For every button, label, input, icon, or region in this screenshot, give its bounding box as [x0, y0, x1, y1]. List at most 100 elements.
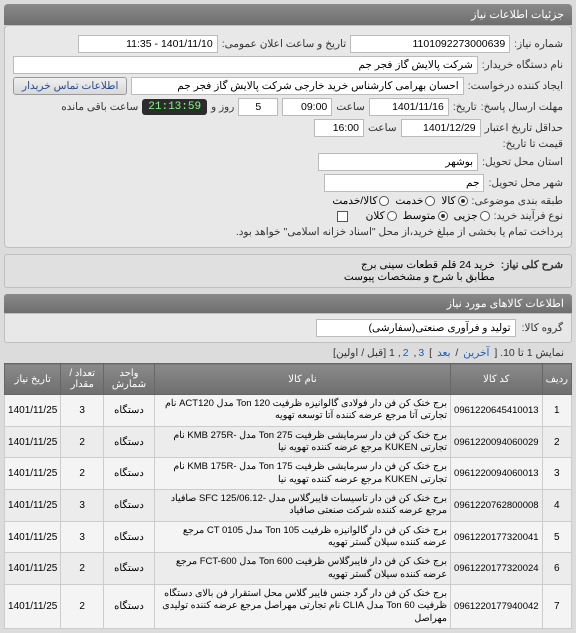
items-table: ردیفکد کالانام کالاواحد شمارشتعداد / مقد…: [4, 363, 572, 629]
cell-code: 0961220177940042: [451, 585, 543, 629]
table-row: 10961220645410013برج خنک کن فن دار فولاد…: [5, 395, 572, 427]
pager-page-3[interactable]: 3: [418, 347, 424, 359]
validity-date: 1401/12/29: [401, 119, 481, 137]
cell-index: 5: [542, 521, 571, 553]
deadline-label: مهلت ارسال پاسخ:: [481, 101, 563, 113]
cell-index: 7: [542, 585, 571, 629]
pt-opt-medium[interactable]: متوسط: [403, 210, 448, 222]
cell-unit: دستگاه: [104, 458, 155, 490]
pager-last[interactable]: آخرین: [463, 347, 489, 359]
pager-page-1: 1: [389, 347, 395, 359]
need-info-panel: شماره نیاز: 1101092273000639 تاریخ و ساع…: [4, 25, 572, 248]
cell-date: 1401/11/25: [5, 426, 61, 458]
countdown-timer: 21:13:59: [142, 99, 207, 115]
cell-date: 1401/11/25: [5, 490, 61, 522]
page-title: جزئیات اطلاعات نیاز: [4, 4, 572, 25]
cell-index: 4: [542, 490, 571, 522]
cell-name: برج خنک کن فن دار فایبرگلاس ظرفیت Ton 60…: [154, 553, 450, 585]
category-label: طبقه بندی موضوعی:: [472, 195, 563, 207]
cell-date: 1401/11/25: [5, 395, 61, 427]
table-row: 60961220177320024برج خنک کن فن دار فایبر…: [5, 553, 572, 585]
deadline-remain: ساعت باقی مانده: [61, 101, 138, 113]
city-value: جم: [324, 174, 484, 192]
cell-qty: 2: [61, 585, 104, 629]
pager-suffix: [قبل / اولین]: [333, 347, 386, 359]
validity-time-word: ساعت: [368, 122, 397, 134]
creator-label: ایجاد کننده درخواست:: [468, 80, 563, 92]
buyer-contact-button[interactable]: اطلاعات تماس خریدار: [13, 77, 127, 95]
category-opt-khedmat[interactable]: خدمت: [395, 195, 435, 207]
group-value: تولید و فرآوری صنعتی(سفارشی): [316, 319, 516, 337]
radio-icon: [438, 211, 448, 221]
cell-qty: 3: [61, 395, 104, 427]
cell-index: 6: [542, 553, 571, 585]
cell-name: برج خنک کن فن دار سرمایشی ظرفیت Ton 175 …: [154, 458, 450, 490]
cell-qty: 2: [61, 458, 104, 490]
cell-name: برج خنک کن فن دار گرد جنس فایبر گلاس محل…: [154, 585, 450, 629]
cell-code: 0961220177320024: [451, 553, 543, 585]
cell-name: برج خنک کن فن دار تاسیسات فایبرگلاس مدل …: [154, 490, 450, 522]
pager-next[interactable]: بعد: [437, 347, 451, 359]
cell-date: 1401/11/25: [5, 553, 61, 585]
pub-datetime-value: 1401/11/10 - 11:35: [78, 35, 218, 53]
table-header: ردیف: [542, 364, 571, 395]
cell-qty: 3: [61, 521, 104, 553]
cell-unit: دستگاه: [104, 585, 155, 629]
cell-code: 0961220094060029: [451, 426, 543, 458]
pt-opt-minor[interactable]: جزیی: [454, 210, 490, 222]
cell-index: 3: [542, 458, 571, 490]
cell-index: 2: [542, 426, 571, 458]
validity-time: 16:00: [314, 119, 364, 137]
cell-date: 1401/11/25: [5, 521, 61, 553]
deadline-days-suffix: روز و: [211, 101, 234, 113]
cell-qty: 2: [61, 426, 104, 458]
cell-code: 0961220177320041: [451, 521, 543, 553]
category-opt-kala[interactable]: کالا: [441, 195, 467, 207]
deadline-date: 1401/11/16: [369, 98, 449, 116]
treasury-checkbox[interactable]: [337, 211, 348, 222]
table-header: نام کالا: [154, 364, 450, 395]
category-radio-group: کالا خدمت کالا/خدمت: [332, 195, 467, 207]
purchase-type-label: نوع فرآیند خرید:: [494, 210, 563, 222]
table-header: واحد شمارش: [104, 364, 155, 395]
radio-icon: [425, 196, 435, 206]
group-row: گروه کالا: تولید و فرآوری صنعتی(سفارشی): [4, 313, 572, 343]
radio-icon: [458, 196, 468, 206]
pub-datetime-label: تاریخ و ساعت اعلان عمومی:: [222, 38, 346, 50]
cell-code: 0961220645410013: [451, 395, 543, 427]
cell-index: 1: [542, 395, 571, 427]
purchase-type-radio-group: جزیی متوسط کلان: [366, 210, 490, 222]
pager-page-2[interactable]: 2: [403, 347, 409, 359]
pt-opt-major[interactable]: کلان: [366, 210, 397, 222]
need-no-label: شماره نیاز:: [514, 38, 563, 50]
deadline-date-word: تاریخ:: [453, 101, 477, 113]
table-row: 70961220177940042برج خنک کن فن دار گرد ج…: [5, 585, 572, 629]
cell-date: 1401/11/25: [5, 458, 61, 490]
need-summary-line2: مطابق با شرح و مشخصات پیوست: [344, 271, 495, 283]
cell-name: برج خنک کن فن دار گالوانیزه ظرفیت Ton 10…: [154, 521, 450, 553]
need-summary-label: شرح کلی نیاز:: [501, 259, 563, 283]
cell-unit: دستگاه: [104, 553, 155, 585]
group-label: گروه کالا:: [522, 322, 563, 334]
cell-code: 0961220762800008: [451, 490, 543, 522]
cell-name: برج خنک کن فن دار فولادی گالوانیزه ظرفیت…: [154, 395, 450, 427]
creator-value: احسان بهرامی کارشناس خرید خارجی شرکت پال…: [131, 77, 463, 95]
cell-date: 1401/11/25: [5, 585, 61, 629]
validity-label2: قیمت تا تاریخ:: [503, 138, 563, 150]
cell-name: برج خنک کن فن دار سرمایشی ظرفیت Ton 275 …: [154, 426, 450, 458]
radio-icon: [480, 211, 490, 221]
radio-icon: [387, 211, 397, 221]
table-header: تاریخ نیاز: [5, 364, 61, 395]
items-title: اطلاعات کالاهای مورد نیاز: [4, 294, 572, 313]
deadline-time-word: ساعت: [336, 101, 365, 113]
pager-range: نمایش 1 تا 10. [: [491, 347, 564, 359]
table-header: کد کالا: [451, 364, 543, 395]
buyer-org-label: نام دستگاه خریدار:: [482, 59, 563, 71]
pager: نمایش 1 تا 10. [ آخرین / بعد ] 3, 2, 1 […: [4, 343, 572, 363]
cell-unit: دستگاه: [104, 490, 155, 522]
deadline-days: 5: [238, 98, 278, 116]
deadline-time: 09:00: [282, 98, 332, 116]
category-opt-both[interactable]: کالا/خدمت: [332, 195, 389, 207]
cell-qty: 2: [61, 553, 104, 585]
radio-icon: [379, 196, 389, 206]
